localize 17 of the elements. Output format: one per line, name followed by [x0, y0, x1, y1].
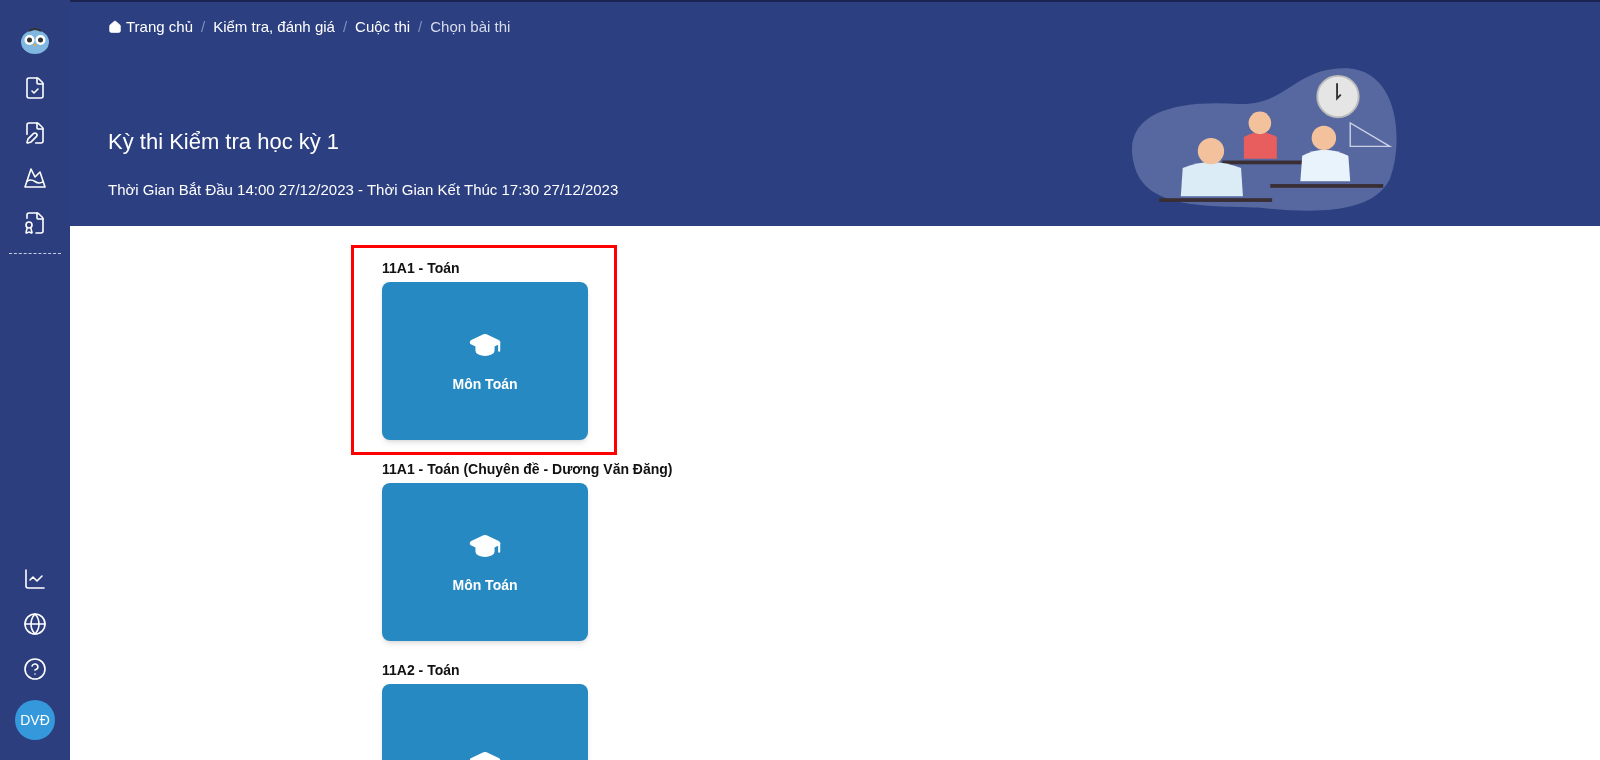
- exam-label: 11A1 - Toán (Chuyên đề - Dương Văn Đăng): [382, 460, 673, 479]
- exam-label: 11A2 - Toán: [382, 661, 460, 680]
- breadcrumb-separator: /: [418, 17, 423, 37]
- breadcrumb-separator: /: [342, 17, 348, 37]
- breadcrumb-link[interactable]: Trang chủ: [108, 16, 193, 39]
- exam-label: 11A1 - Toán: [382, 259, 460, 278]
- breadcrumb-link[interactable]: Chọn bài thi: [430, 16, 511, 39]
- breadcrumb-separator: /: [201, 17, 206, 37]
- breadcrumb-link[interactable]: Cuộc thi: [355, 16, 411, 39]
- subject-card[interactable]: Môn Toán: [382, 282, 588, 440]
- subject-card[interactable]: Môn Toán: [382, 483, 588, 641]
- home-icon: [108, 20, 122, 35]
- globe-icon[interactable]: [21, 610, 49, 638]
- breadcrumb-link[interactable]: Kiểm tra, đánh giá: [213, 16, 335, 39]
- exam-schedule: Thời Gian Bắt Đầu 14:00 27/12/2023 - Thời Gian Kết Thúc 17:30 27/12/2023: [108, 179, 619, 200]
- help-icon[interactable]: [21, 655, 49, 683]
- exam-title: Kỳ thi Kiểm tra học kỳ 1: [108, 127, 341, 156]
